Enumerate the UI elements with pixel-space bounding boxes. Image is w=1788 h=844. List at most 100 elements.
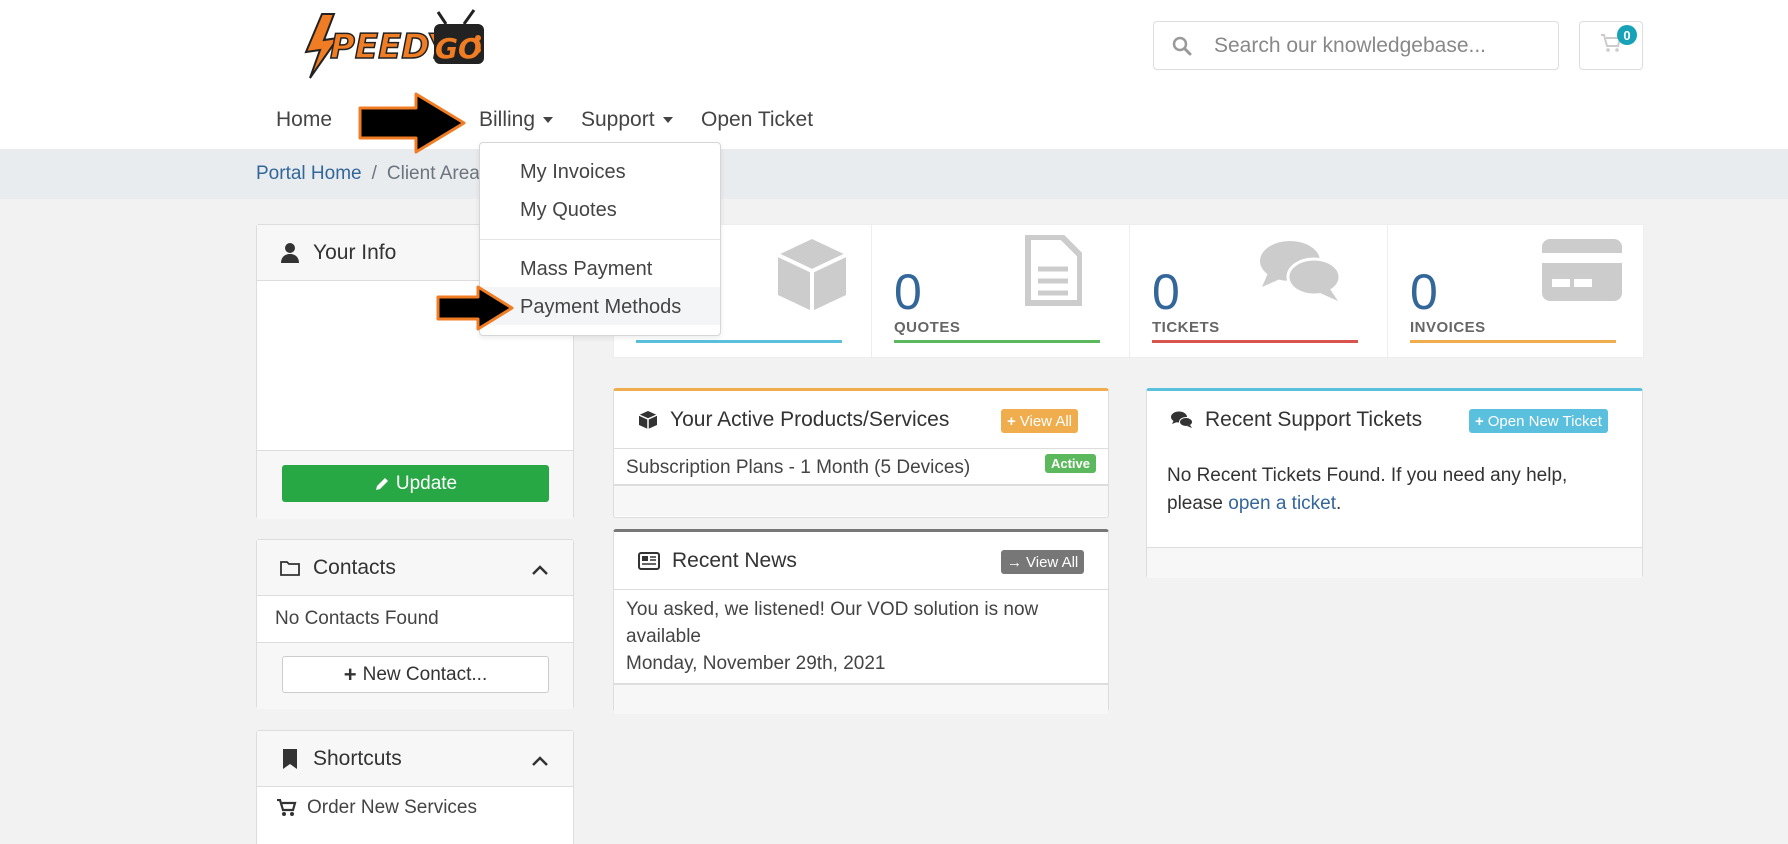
- open-new-ticket-label: Open New Ticket: [1487, 412, 1602, 430]
- breadcrumb-home-link[interactable]: Portal Home: [256, 163, 362, 184]
- arrow-right-icon: →: [1007, 553, 1022, 571]
- contacts-title: Contacts: [313, 555, 396, 579]
- cart-count-badge: 0: [1617, 25, 1637, 45]
- contacts-empty-text: No Contacts Found: [275, 608, 439, 629]
- cart-button[interactable]: 0: [1579, 21, 1643, 70]
- active-products-header: Your Active Products/Services + View All: [614, 391, 1108, 449]
- caret-down-icon: [543, 117, 554, 124]
- news-item[interactable]: You asked, we listened! Our VOD solution…: [614, 590, 1108, 684]
- stat-tile-tickets[interactable]: 0 TICKETS: [1130, 225, 1387, 359]
- recent-tickets-title: Recent Support Tickets: [1205, 408, 1423, 431]
- contacts-card: Contacts No Contacts Found + New Contact…: [256, 539, 574, 709]
- contacts-header[interactable]: Contacts: [257, 540, 573, 596]
- recent-tickets-panel: Recent Support Tickets + Open New Ticket …: [1146, 388, 1643, 578]
- pencil-icon: [374, 476, 390, 492]
- no-tickets-message: No Recent Tickets Found. If you need any…: [1167, 462, 1627, 518]
- view-all-label: View All: [1019, 412, 1073, 430]
- stat-tile-quotes[interactable]: 0 QUOTES: [872, 225, 1129, 359]
- newspaper-icon: [638, 551, 660, 570]
- news-date: Monday, November 29th, 2021: [626, 653, 886, 674]
- knowledgebase-search[interactable]: [1153, 21, 1559, 70]
- tickets-footer: [1147, 547, 1642, 578]
- bookmark-icon: [279, 748, 301, 770]
- no-tickets-end: .: [1336, 493, 1342, 514]
- product-row[interactable]: Subscription Plans - 1 Month (5 Devices)…: [614, 449, 1108, 485]
- search-icon: [1154, 36, 1210, 56]
- stat-underline: [1152, 340, 1358, 343]
- comments-icon: [1258, 239, 1342, 309]
- breadcrumb-separator: /: [371, 163, 377, 184]
- tickets-label: TICKETS: [1152, 319, 1220, 336]
- shortcuts-title: Shortcuts: [313, 746, 402, 770]
- quotes-label: QUOTES: [894, 319, 961, 336]
- comments-icon: [1171, 411, 1193, 429]
- news-headline: You asked, we listened! Our VOD solution…: [626, 599, 1039, 647]
- nav-open-ticket[interactable]: Open Ticket: [701, 108, 813, 132]
- nav-billing[interactable]: Billing: [479, 108, 554, 132]
- plus-icon: +: [1475, 412, 1484, 430]
- svg-text:GO: GO: [435, 32, 482, 65]
- recent-news-title: Recent News: [672, 548, 797, 572]
- menu-item-mass-payment[interactable]: Mass Payment: [520, 258, 652, 281]
- products-footer: [614, 485, 1108, 516]
- view-all-label: View All: [1026, 553, 1079, 571]
- stat-underline: [894, 340, 1100, 343]
- product-name: Subscription Plans - 1 Month (5 Devices): [626, 457, 971, 478]
- stats-tiles: 0 QUOTES 0 TICKETS 0 INVOICES: [613, 224, 1645, 359]
- news-view-all-button[interactable]: → View All: [1001, 550, 1085, 574]
- user-icon: [279, 242, 301, 264]
- chevron-up-icon[interactable]: [531, 558, 549, 582]
- chevron-up-icon[interactable]: [531, 749, 549, 773]
- stat-underline: [636, 340, 842, 343]
- speedygo-logo[interactable]: PEEDY GO: [294, 8, 490, 80]
- breadcrumb: Portal Home / Client Area: [256, 163, 480, 185]
- nav-billing-label: Billing: [479, 108, 536, 131]
- update-label: Update: [395, 472, 458, 494]
- search-input[interactable]: [1214, 33, 1534, 58]
- nav-support-label: Support: [581, 108, 655, 131]
- breadcrumb-bar: Portal Home / Client Area: [0, 149, 1788, 199]
- stat-underline: [1410, 340, 1616, 343]
- menu-divider: [480, 239, 720, 240]
- nav-home[interactable]: Home: [276, 108, 332, 132]
- shortcut-order-new-services[interactable]: Order New Services: [277, 797, 477, 819]
- your-info-title: Your Info: [313, 240, 397, 264]
- active-products-title: Your Active Products/Services: [670, 407, 950, 431]
- menu-item-my-quotes[interactable]: My Quotes: [520, 199, 617, 222]
- invoices-label: INVOICES: [1410, 319, 1486, 336]
- plus-icon: +: [1007, 412, 1016, 430]
- recent-news-header: Recent News → View All: [614, 532, 1108, 590]
- plus-icon: +: [343, 661, 357, 687]
- arrow-annotation-payment-methods-icon: [436, 285, 514, 331]
- tickets-count: 0: [1152, 264, 1180, 320]
- stat-tile-invoices[interactable]: 0 INVOICES: [1388, 225, 1645, 359]
- open-ticket-link[interactable]: open a ticket: [1228, 493, 1336, 514]
- credit-card-icon: [1542, 239, 1622, 307]
- folder-icon: [279, 557, 301, 579]
- recent-tickets-header: Recent Support Tickets + Open New Ticket: [1147, 391, 1642, 449]
- active-products-panel: Your Active Products/Services + View All …: [613, 388, 1109, 518]
- cube-icon: [638, 410, 658, 430]
- quotes-count: 0: [894, 264, 922, 320]
- caret-down-icon: [662, 117, 673, 124]
- news-footer: [614, 684, 1108, 714]
- new-contact-label: New Contact...: [362, 663, 488, 685]
- menu-item-payment-methods[interactable]: Payment Methods: [520, 296, 681, 319]
- recent-news-panel: Recent News → View All You asked, we list…: [613, 529, 1109, 714]
- site-header: PEEDY GO 0 Home Billing Support Open Tic…: [0, 0, 1788, 149]
- open-new-ticket-button[interactable]: + Open New Ticket: [1469, 409, 1608, 433]
- breadcrumb-current: Client Area: [386, 163, 480, 184]
- cube-icon: [774, 235, 850, 321]
- shopping-cart-icon: [277, 799, 297, 817]
- shortcut-label: Order New Services: [307, 797, 477, 818]
- shortcuts-card: Shortcuts Order New Services: [256, 730, 574, 844]
- menu-item-my-invoices[interactable]: My Invoices: [520, 161, 626, 184]
- invoices-count: 0: [1410, 264, 1438, 320]
- shortcuts-header[interactable]: Shortcuts: [257, 731, 573, 787]
- document-icon: [1024, 234, 1083, 313]
- status-badge: Active: [1044, 454, 1096, 473]
- products-view-all-button[interactable]: + View All: [1001, 409, 1079, 433]
- new-contact-button[interactable]: + New Contact...: [282, 656, 549, 693]
- nav-support[interactable]: Support: [581, 108, 673, 132]
- update-button[interactable]: Update: [282, 465, 549, 502]
